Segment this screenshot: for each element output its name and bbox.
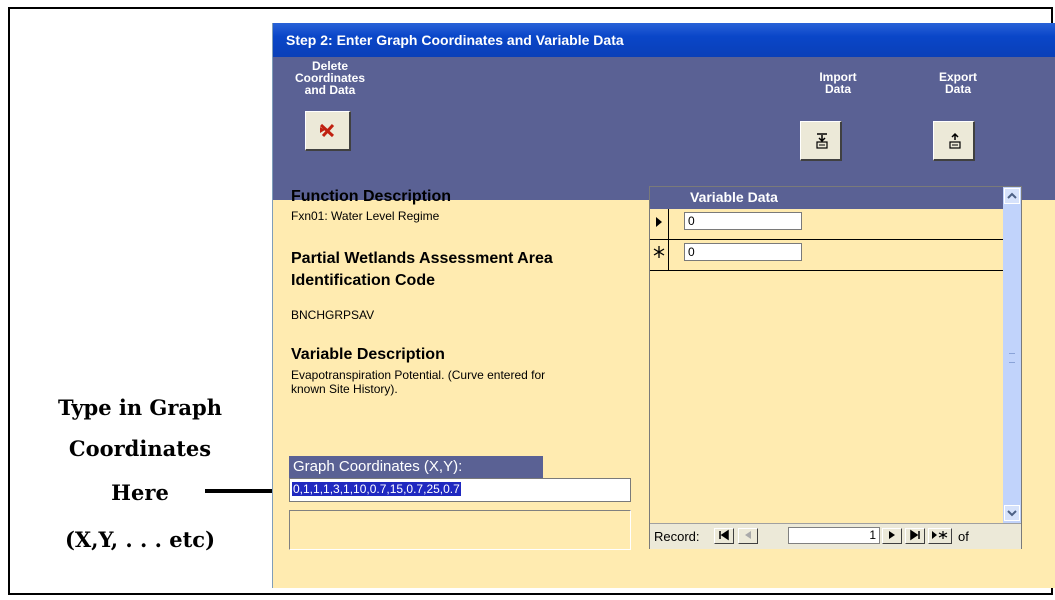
first-record-icon bbox=[719, 529, 729, 541]
variable-description-heading: Variable Description bbox=[291, 346, 445, 363]
variable-data-subform: Variable Data 0 0 Record: 1 of bbox=[649, 186, 1022, 549]
previous-record-button[interactable] bbox=[738, 528, 758, 544]
delete-label-line-3: and Data bbox=[304, 83, 356, 97]
record-navigation-bar: Record: 1 of bbox=[650, 523, 1021, 549]
record-selector[interactable] bbox=[650, 240, 669, 270]
graph-coordinates-value: 0,1,1,1,3,1,10,0.7,15,0.7,25,0.7 bbox=[292, 482, 461, 496]
scroll-down-button[interactable] bbox=[1004, 505, 1020, 521]
new-record-icon bbox=[653, 246, 665, 258]
function-description-value: Fxn01: Water Level Regime bbox=[291, 209, 440, 223]
vertical-scrollbar[interactable] bbox=[1003, 187, 1021, 523]
callout-line-1: Type in Graph bbox=[58, 395, 222, 420]
delete-coordinates-button[interactable] bbox=[305, 111, 351, 151]
import-label-line-2: Data bbox=[824, 82, 851, 96]
next-record-icon bbox=[889, 531, 895, 539]
callout-line-4: (X,Y, . . . etc) bbox=[64, 527, 216, 552]
first-record-button[interactable] bbox=[714, 528, 734, 544]
import-data-button[interactable] bbox=[800, 121, 842, 161]
variable-data-field[interactable]: 0 bbox=[684, 243, 802, 261]
last-record-icon bbox=[910, 529, 920, 541]
graph-coordinates-label-box: Graph Coordinates (X,Y): bbox=[289, 456, 543, 478]
variable-data-header: Variable Data bbox=[650, 187, 1003, 209]
scroll-grip-icon bbox=[1009, 353, 1015, 363]
chevron-up-icon bbox=[1007, 192, 1017, 199]
export-arrow-icon bbox=[949, 132, 961, 149]
previous-record-icon bbox=[745, 531, 751, 539]
callout-line-2: Coordinates bbox=[68, 436, 212, 461]
table-row[interactable]: 0 bbox=[650, 209, 1003, 240]
window-titlebar: Step 2: Enter Graph Coordinates and Vari… bbox=[273, 23, 1055, 57]
new-record-button[interactable] bbox=[928, 528, 952, 544]
delete-x-icon bbox=[319, 123, 335, 138]
graph-coordinates-label: Graph Coordinates (X,Y): bbox=[293, 458, 463, 475]
pwaa-code-value: BNCHGRPSAV bbox=[291, 308, 375, 322]
toolbar-header: Delete Coordinates and Data Import Data … bbox=[273, 57, 1055, 200]
record-of-label: of bbox=[958, 529, 969, 544]
coordinates-secondary-field[interactable] bbox=[289, 510, 631, 550]
graph-coordinates-input[interactable]: 0,1,1,1,3,1,10,0.7,15,0.7,25,0.7 bbox=[289, 478, 631, 502]
export-label-line-2: Data bbox=[944, 82, 971, 96]
new-record-nav-icon bbox=[932, 531, 948, 539]
variable-description-line-2: known Site History). bbox=[291, 382, 398, 396]
current-record-icon bbox=[656, 217, 662, 227]
scroll-up-button[interactable] bbox=[1004, 188, 1020, 204]
form-window: Step 2: Enter Graph Coordinates and Vari… bbox=[272, 23, 1055, 588]
pwaa-heading-line-1: Partial Wetlands Assessment Area bbox=[291, 250, 553, 267]
variable-data-field[interactable]: 0 bbox=[684, 212, 802, 230]
last-record-button[interactable] bbox=[905, 528, 925, 544]
export-button-label: Export Data bbox=[928, 71, 988, 95]
chevron-down-icon bbox=[1007, 510, 1017, 517]
import-arrow-icon bbox=[816, 133, 828, 149]
pwaa-heading-line-2: Identification Code bbox=[291, 272, 435, 289]
next-record-button[interactable] bbox=[882, 528, 902, 544]
record-number-input[interactable]: 1 bbox=[788, 527, 880, 544]
export-data-button[interactable] bbox=[933, 121, 975, 161]
variable-description-line-1: Evapotranspiration Potential. (Curve ent… bbox=[291, 368, 546, 382]
window-title: Step 2: Enter Graph Coordinates and Vari… bbox=[286, 32, 624, 48]
import-button-label: Import Data bbox=[808, 71, 868, 95]
function-description-heading: Function Description bbox=[291, 188, 451, 205]
variable-data-header-label: Variable Data bbox=[690, 189, 778, 205]
table-row[interactable]: 0 bbox=[650, 240, 1003, 271]
record-selector[interactable] bbox=[650, 209, 669, 239]
delete-button-label: Delete Coordinates and Data bbox=[295, 60, 365, 96]
record-label: Record: bbox=[654, 529, 700, 544]
